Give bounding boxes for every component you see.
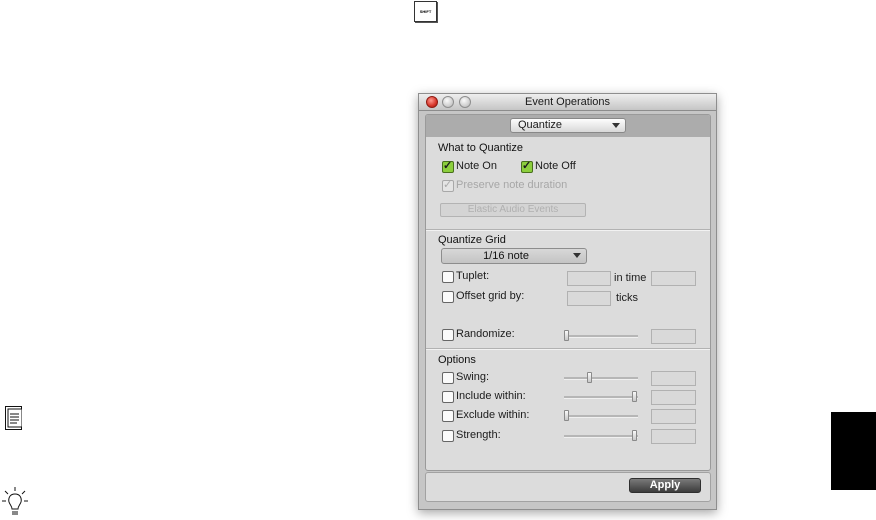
strength-field[interactable] [651, 429, 696, 444]
shift-key-icon: SHIFT [414, 1, 437, 22]
exclude-within-slider-thumb[interactable] [564, 410, 569, 421]
close-button[interactable] [426, 96, 438, 108]
note-off-checkbox[interactable]: ✓ [521, 160, 533, 173]
lightbulb-icon [2, 487, 28, 515]
strength-slider-thumb[interactable] [632, 430, 637, 441]
apply-button[interactable]: Apply [629, 478, 701, 493]
note-on-checkbox[interactable]: ✓ [442, 160, 454, 173]
note-off-label: Note Off [535, 160, 576, 172]
randomize-field[interactable] [651, 329, 696, 344]
divider [426, 348, 710, 350]
main-panel: Quantize What to Quantize ✓ Note On ✓ No… [425, 114, 711, 471]
operation-select-value: Quantize [518, 119, 563, 131]
grid-value-select[interactable]: 1/16 note [441, 248, 587, 264]
zoom-button[interactable] [459, 96, 471, 108]
tuplet-count-field[interactable] [567, 271, 611, 286]
strength-checkbox[interactable] [442, 430, 454, 442]
swing-slider-track[interactable] [564, 377, 638, 380]
preserve-duration-label: Preserve note duration [456, 179, 568, 191]
section-quantize-grid: Quantize Grid [438, 234, 506, 246]
swing-label: Swing: [456, 371, 490, 383]
swing-field[interactable] [651, 371, 696, 386]
offset-ticks-field[interactable] [567, 291, 611, 306]
elastic-audio-events-button[interactable]: Elastic Audio Events [440, 203, 586, 217]
randomize-slider-thumb[interactable] [564, 330, 569, 341]
swing-checkbox[interactable] [442, 372, 454, 384]
operation-select[interactable]: Quantize [510, 118, 626, 133]
offset-grid-checkbox[interactable] [442, 291, 454, 303]
include-within-field[interactable] [651, 390, 696, 405]
section-what-to-quantize: What to Quantize [438, 142, 523, 154]
preserve-duration-checkbox[interactable]: ✓ [442, 179, 454, 192]
exclude-within-field[interactable] [651, 409, 696, 424]
title-bar[interactable]: Event Operations [419, 94, 716, 111]
chapter-tab [831, 412, 876, 490]
chevron-down-icon [573, 253, 581, 258]
event-operations-window: Event Operations Quantize What to Quanti… [418, 93, 717, 510]
section-options: Options [438, 354, 476, 366]
include-within-label: Include within: [456, 390, 526, 402]
tuplet-label: Tuplet: [456, 270, 490, 282]
strength-label: Strength: [456, 429, 501, 441]
in-time-field[interactable] [651, 271, 696, 286]
exclude-within-checkbox[interactable] [442, 410, 454, 422]
footer-bar: Apply [425, 472, 711, 502]
operation-header: Quantize [426, 115, 710, 137]
grid-value: 1/16 note [483, 250, 529, 262]
ticks-label: ticks [616, 292, 638, 304]
in-time-label: in time [614, 272, 647, 284]
exclude-within-slider-track[interactable] [564, 415, 638, 418]
include-within-slider-track[interactable] [564, 396, 638, 399]
divider [426, 229, 710, 231]
strength-slider-track[interactable] [564, 435, 638, 438]
exclude-within-label: Exclude within: [456, 409, 530, 421]
tuplet-checkbox[interactable] [442, 271, 454, 283]
randomize-slider-track[interactable] [564, 335, 638, 338]
randomize-checkbox[interactable] [442, 329, 454, 341]
minimize-button[interactable] [442, 96, 454, 108]
note-on-label: Note On [456, 160, 497, 172]
include-within-slider-thumb[interactable] [632, 391, 637, 402]
swing-slider-thumb[interactable] [587, 372, 592, 383]
chevron-down-icon [612, 123, 620, 128]
randomize-label: Randomize: [456, 328, 515, 340]
note-icon [5, 406, 22, 430]
include-within-checkbox[interactable] [442, 391, 454, 403]
offset-grid-label: Offset grid by: [456, 290, 525, 302]
